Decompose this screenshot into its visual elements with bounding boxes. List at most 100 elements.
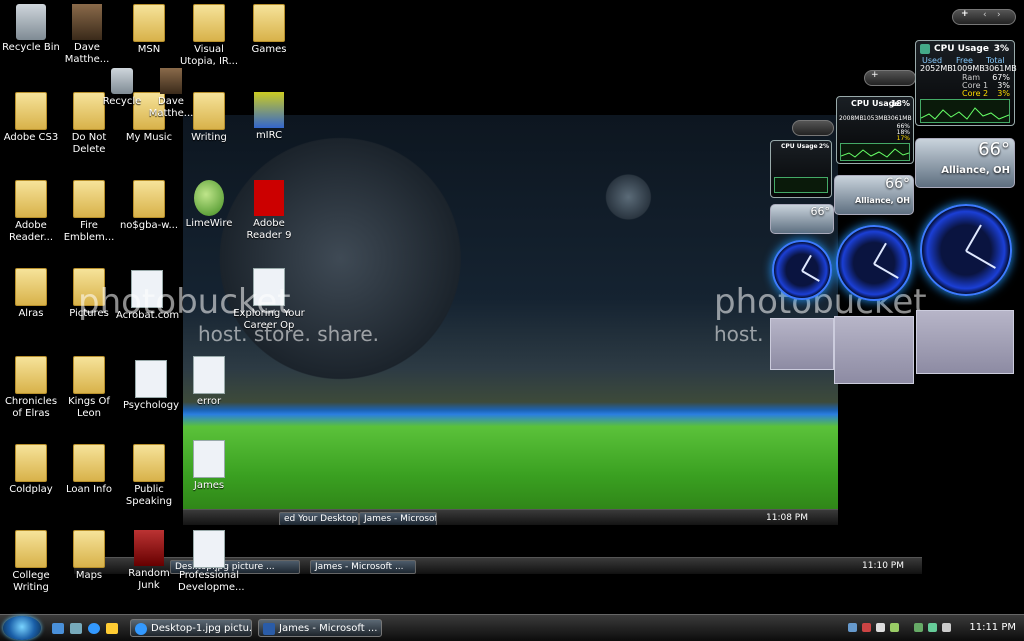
icon-label: Recycle Bin bbox=[2, 42, 60, 53]
notes-gadget-nested2 bbox=[770, 318, 834, 370]
icon-label: no$gba-w... bbox=[119, 220, 179, 231]
internet-explorer-icon[interactable] bbox=[88, 623, 100, 634]
next-icon[interactable]: › bbox=[997, 10, 1001, 20]
system-tray: 11:11 PM bbox=[844, 618, 1024, 638]
document-icon bbox=[193, 356, 225, 394]
desktop-icon-random-junk[interactable]: Random Junk bbox=[118, 530, 180, 592]
desktop-icon-maps[interactable]: Maps bbox=[58, 530, 120, 582]
icon-label: Adobe Reader... bbox=[8, 220, 53, 243]
network-icon[interactable] bbox=[848, 623, 857, 632]
desktop-icon-college-writing[interactable]: College Writing bbox=[0, 530, 62, 594]
clock-gadget[interactable] bbox=[920, 204, 1012, 296]
volume-icon[interactable] bbox=[876, 623, 885, 632]
desktop-icon-dave[interactable]: Dave Matthe... bbox=[56, 4, 118, 66]
cpu-usage-gadget-nested: CPU Usage 18% 2008MB 1053MB 3061MB 66% 1… bbox=[836, 96, 914, 164]
icon-label: Games bbox=[251, 44, 287, 55]
desktop-icon-recycle[interactable]: Recycle bbox=[100, 68, 144, 108]
desktop-icon-coldplay[interactable]: Coldplay bbox=[0, 444, 62, 496]
desktop-icon-fire-emblem[interactable]: Fire Emblem... bbox=[58, 180, 120, 244]
cpu-total: 3061MB bbox=[984, 64, 1017, 73]
sidebar-control-bar[interactable]: + ‹ › bbox=[952, 9, 1016, 25]
add-gadget-icon: + bbox=[871, 70, 879, 80]
icon-label: mIRC bbox=[255, 130, 283, 141]
icon-label: Visual Utopia, IR... bbox=[179, 44, 239, 67]
add-gadget-icon[interactable]: + bbox=[961, 9, 969, 19]
folder-icon bbox=[73, 530, 105, 568]
taskbar-button-desktop-jpg[interactable]: Desktop-1.jpg pictu... bbox=[130, 619, 252, 637]
icon-label: LimeWire bbox=[185, 218, 233, 229]
weather-temp: 66° bbox=[978, 139, 1010, 160]
cpu-percent: 2% bbox=[818, 143, 829, 150]
cpu-title: CPU Usage bbox=[934, 44, 989, 54]
desktop-icon-error[interactable]: error bbox=[178, 356, 240, 408]
nested-task-james: James - Microsoft ... bbox=[310, 560, 416, 574]
desktop-icon-public-speaking[interactable]: Public Speaking bbox=[118, 444, 180, 508]
desktop-icon-kings-of-leon[interactable]: Kings Of Leon bbox=[58, 356, 120, 420]
icon-label: error bbox=[196, 396, 222, 407]
notes-gadget[interactable] bbox=[916, 310, 1014, 374]
nested2-task-james: James - Microsoft ... bbox=[359, 512, 437, 525]
tray-app-icon[interactable] bbox=[928, 623, 937, 632]
watermark-brand: photobucket bbox=[78, 282, 291, 322]
desktop-icon-mirc[interactable]: mIRC bbox=[238, 92, 300, 142]
folder-icon bbox=[133, 4, 165, 42]
sidebar-control-bar-nested: + bbox=[864, 70, 916, 86]
task-label: Desktop-1.jpg pictu... bbox=[151, 623, 252, 634]
recycle-bin-icon bbox=[111, 68, 133, 94]
folder-photo-icon bbox=[160, 68, 182, 94]
cpu-graph-line bbox=[921, 107, 1009, 120]
icon-label: Random Junk bbox=[128, 568, 170, 591]
switch-windows-icon[interactable] bbox=[70, 623, 82, 634]
mirc-icon bbox=[254, 92, 284, 128]
desktop-icon-loan-info[interactable]: Loan Info bbox=[58, 444, 120, 496]
desktop-icon-alras[interactable]: Alras bbox=[0, 268, 62, 320]
desktop-icon-james[interactable]: James bbox=[178, 440, 240, 492]
icon-label: Dave Matthe... bbox=[148, 96, 194, 119]
desktop-icon-limewire[interactable]: LimeWire bbox=[178, 180, 240, 230]
cpu-usage-gadget[interactable]: CPU Usage 3% Used Free Total 2052MB 1009… bbox=[915, 40, 1017, 126]
weather-location: Alliance, OH bbox=[855, 196, 910, 205]
desktop-icon-psychology[interactable]: Psychology bbox=[120, 360, 182, 412]
desktop-icon-msn[interactable]: MSN bbox=[118, 4, 180, 56]
watermark-left: photobucket host. store. share. bbox=[78, 282, 379, 346]
desktop-icon-dave-nested[interactable]: Dave Matthe... bbox=[146, 68, 196, 120]
folder-icon bbox=[15, 268, 47, 306]
cpu-graph bbox=[774, 177, 828, 193]
desktop-icon-visual-utopia[interactable]: Visual Utopia, IR... bbox=[178, 4, 240, 68]
desktop-icon-nosgba[interactable]: no$gba-w... bbox=[118, 180, 180, 232]
desktop-icon-adobe-reader9[interactable]: Adobe Reader 9 bbox=[238, 180, 300, 242]
cpu-core2-label: Core 2 bbox=[962, 89, 989, 98]
cpu-graph bbox=[920, 99, 1010, 123]
sidebar-control-bar-nested2 bbox=[792, 120, 834, 136]
folder-icon bbox=[133, 180, 165, 218]
weather-gadget[interactable]: 66° Alliance, OH bbox=[915, 138, 1015, 188]
icon-label: Chronicles of Elras bbox=[4, 396, 58, 419]
security-icon[interactable] bbox=[862, 623, 871, 632]
desktop-icon-professional-dev[interactable]: Professional Developme... bbox=[178, 530, 245, 594]
show-desktop-icon[interactable] bbox=[52, 623, 64, 634]
update-icon[interactable] bbox=[890, 623, 899, 632]
document-icon bbox=[193, 530, 225, 568]
nested2-task-label: ed Your Desktop ... bbox=[284, 514, 358, 524]
weather-temp: 66° bbox=[810, 205, 831, 218]
tray-app-icon[interactable] bbox=[914, 623, 923, 632]
desktop-icon-adobe-cs3[interactable]: Adobe CS3 bbox=[0, 92, 62, 144]
limewire-icon bbox=[194, 180, 224, 216]
weather-gadget-nested2: 66° bbox=[770, 204, 834, 234]
taskbar-clock[interactable]: 11:11 PM bbox=[969, 622, 1016, 633]
desktop-icon-chronicles[interactable]: Chronicles of Elras bbox=[0, 356, 62, 420]
media-player-icon[interactable] bbox=[106, 623, 118, 634]
tray-app-icon[interactable] bbox=[942, 623, 951, 632]
folder-icon bbox=[15, 92, 47, 130]
prev-icon[interactable]: ‹ bbox=[983, 10, 987, 20]
folder-icon bbox=[193, 92, 225, 130]
clock-hour-hand bbox=[965, 224, 982, 252]
folder-photo-icon bbox=[72, 4, 102, 40]
desktop-icon-adobe-reader[interactable]: Adobe Reader... bbox=[0, 180, 62, 244]
taskbar-button-james-word[interactable]: James - Microsoft ... bbox=[258, 619, 382, 637]
start-orb-button[interactable] bbox=[3, 616, 41, 640]
icon-label: Professional Developme... bbox=[178, 570, 245, 593]
document-icon bbox=[193, 440, 225, 478]
desktop-icon-games[interactable]: Games bbox=[238, 4, 300, 56]
desktop-icon-recycle-bin[interactable]: Recycle Bin bbox=[0, 4, 62, 54]
